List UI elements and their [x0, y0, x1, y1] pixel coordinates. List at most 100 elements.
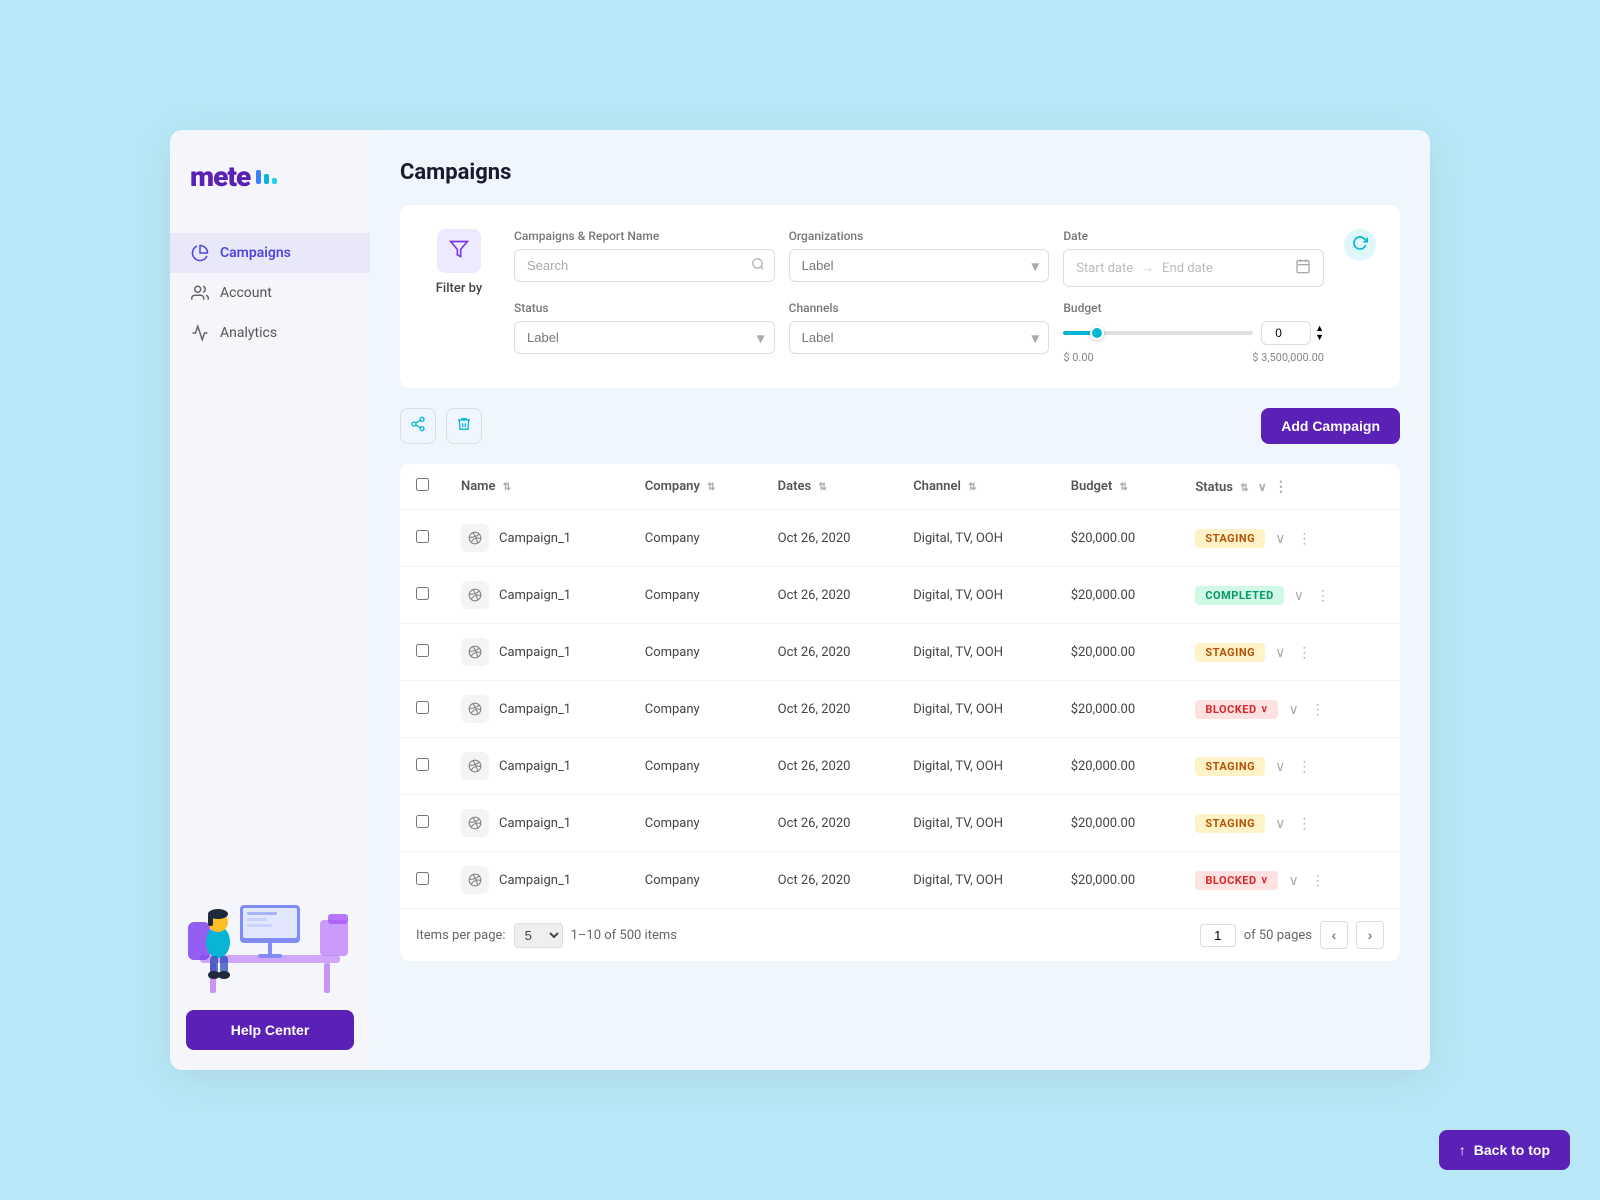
- row-expand-button[interactable]: ∨: [1271, 813, 1289, 834]
- budget-max: $ 3,500,000.00: [1252, 351, 1324, 364]
- organizations-select[interactable]: Label: [789, 249, 1050, 282]
- select-all-checkbox[interactable]: [416, 478, 429, 491]
- status-badge: STAGING: [1195, 643, 1265, 662]
- sort-name-icon: ⇅: [503, 482, 511, 493]
- row-dates: Oct 26, 2020: [762, 738, 898, 795]
- reset-filter-button[interactable]: [1344, 229, 1376, 261]
- campaign-icon: [461, 866, 489, 894]
- pagination-right: of 50 pages ‹ ›: [1200, 921, 1384, 949]
- campaign-icon: [461, 752, 489, 780]
- row-expand-button[interactable]: ∨: [1271, 528, 1289, 549]
- items-per-page-select[interactable]: 5 10 25: [514, 923, 563, 948]
- row-status-cell: STAGING ∨ ⋮: [1179, 624, 1400, 681]
- budget-decrement-btn[interactable]: ▼: [1315, 333, 1324, 342]
- calendar-icon[interactable]: [1295, 258, 1311, 278]
- campaign-icon: [461, 524, 489, 552]
- row-menu-button[interactable]: ⋮: [1307, 870, 1329, 891]
- sidebar: mete Campaigns: [170, 130, 370, 1070]
- next-page-button[interactable]: ›: [1356, 921, 1384, 949]
- refresh-icon: [1352, 235, 1368, 256]
- row-name: Campaign_1: [499, 702, 571, 717]
- prev-page-button[interactable]: ‹: [1320, 921, 1348, 949]
- row-checkbox-4[interactable]: [416, 758, 429, 771]
- budget-slider-thumb[interactable]: [1090, 326, 1104, 340]
- row-expand-button[interactable]: ∨: [1284, 699, 1302, 720]
- row-dates: Oct 26, 2020: [762, 852, 898, 909]
- channels-select[interactable]: Label: [789, 321, 1050, 354]
- row-checkbox-cell: [400, 852, 445, 909]
- sort-channel-icon: ⇅: [968, 482, 976, 493]
- start-date-placeholder: Start date: [1076, 261, 1133, 276]
- organizations-filter-label: Organizations: [789, 229, 1050, 243]
- page-title: Campaigns: [400, 160, 1400, 185]
- row-menu-button[interactable]: ⋮: [1312, 585, 1334, 606]
- logo-dots: [256, 170, 277, 184]
- row-expand-button[interactable]: ∨: [1284, 870, 1302, 891]
- row-menu-button[interactable]: ⋮: [1293, 642, 1315, 663]
- row-dates: Oct 26, 2020: [762, 681, 898, 738]
- row-menu-button[interactable]: ⋮: [1293, 813, 1315, 834]
- filter-icon-box: [437, 229, 481, 273]
- table-header-channel[interactable]: Channel ⇅: [897, 464, 1055, 510]
- table-header-status[interactable]: Status ⇅ ∨ ⋮: [1179, 464, 1400, 510]
- row-budget: $20,000.00: [1055, 510, 1180, 567]
- budget-slider-fill: [1063, 331, 1091, 335]
- row-menu-button[interactable]: ⋮: [1293, 528, 1315, 549]
- row-menu-button[interactable]: ⋮: [1293, 756, 1315, 777]
- row-checkbox-cell: [400, 624, 445, 681]
- row-checkbox-5[interactable]: [416, 815, 429, 828]
- items-per-page-label: Items per page:: [416, 928, 506, 943]
- share-button[interactable]: [400, 408, 436, 444]
- status-filter-group: Status Label ▾: [514, 301, 775, 364]
- row-checkbox-3[interactable]: [416, 701, 429, 714]
- row-name-cell: Campaign_1: [445, 567, 629, 624]
- page-number-input[interactable]: [1200, 924, 1236, 947]
- delete-button[interactable]: [446, 408, 482, 444]
- campaigns-search-input[interactable]: [514, 249, 775, 282]
- row-expand-button[interactable]: ∨: [1290, 585, 1308, 606]
- row-company: Company: [629, 567, 762, 624]
- row-channel: Digital, TV, OOH: [897, 624, 1055, 681]
- channels-filter-label: Channels: [789, 301, 1050, 315]
- row-menu-button[interactable]: ⋮: [1307, 699, 1329, 720]
- status-select[interactable]: Label: [514, 321, 775, 354]
- budget-slider-track[interactable]: [1063, 331, 1253, 335]
- table-header-company[interactable]: Company ⇅: [629, 464, 762, 510]
- row-company: Company: [629, 795, 762, 852]
- row-name-cell: Campaign_1: [445, 738, 629, 795]
- date-range-input[interactable]: Start date → End date: [1063, 249, 1324, 287]
- row-checkbox-0[interactable]: [416, 530, 429, 543]
- dots-status-icon[interactable]: ⋮: [1274, 479, 1288, 495]
- row-expand-button[interactable]: ∨: [1271, 642, 1289, 663]
- sidebar-item-account[interactable]: Account: [170, 273, 370, 313]
- sidebar-item-analytics-label: Analytics: [220, 325, 277, 341]
- budget-number-input[interactable]: [1261, 321, 1311, 345]
- table-header-budget[interactable]: Budget ⇅: [1055, 464, 1180, 510]
- row-checkbox-6[interactable]: [416, 872, 429, 885]
- total-pages-label: of 50 pages: [1244, 928, 1312, 943]
- row-dates: Oct 26, 2020: [762, 510, 898, 567]
- date-filter-label: Date: [1063, 229, 1324, 243]
- row-checkbox-cell: [400, 795, 445, 852]
- campaign-icon: [461, 695, 489, 723]
- sidebar-item-campaigns[interactable]: Campaigns: [170, 233, 370, 273]
- row-checkbox-2[interactable]: [416, 644, 429, 657]
- add-campaign-button[interactable]: Add Campaign: [1261, 408, 1400, 444]
- table-body: Campaign_1 Company Oct 26, 2020 Digital,…: [400, 510, 1400, 909]
- table-row: Campaign_1 Company Oct 26, 2020 Digital,…: [400, 852, 1400, 909]
- help-center-button[interactable]: Help Center: [186, 1010, 354, 1050]
- table-header-name[interactable]: Name ⇅: [445, 464, 629, 510]
- sidebar-item-analytics[interactable]: Analytics: [170, 313, 370, 353]
- back-to-top-button[interactable]: ↑ Back to top: [1439, 1130, 1570, 1170]
- row-actions: ∨ ⋮: [1271, 642, 1315, 663]
- row-checkbox-1[interactable]: [416, 587, 429, 600]
- row-channel: Digital, TV, OOH: [897, 510, 1055, 567]
- row-checkbox-cell: [400, 567, 445, 624]
- row-status-cell: STAGING ∨ ⋮: [1179, 738, 1400, 795]
- row-channel: Digital, TV, OOH: [897, 795, 1055, 852]
- table-header-dates[interactable]: Dates ⇅: [762, 464, 898, 510]
- row-expand-button[interactable]: ∨: [1271, 756, 1289, 777]
- row-status-cell: COMPLETED ∨ ⋮: [1179, 567, 1400, 624]
- chart-line-icon: [190, 323, 210, 343]
- share-icon: [410, 416, 426, 437]
